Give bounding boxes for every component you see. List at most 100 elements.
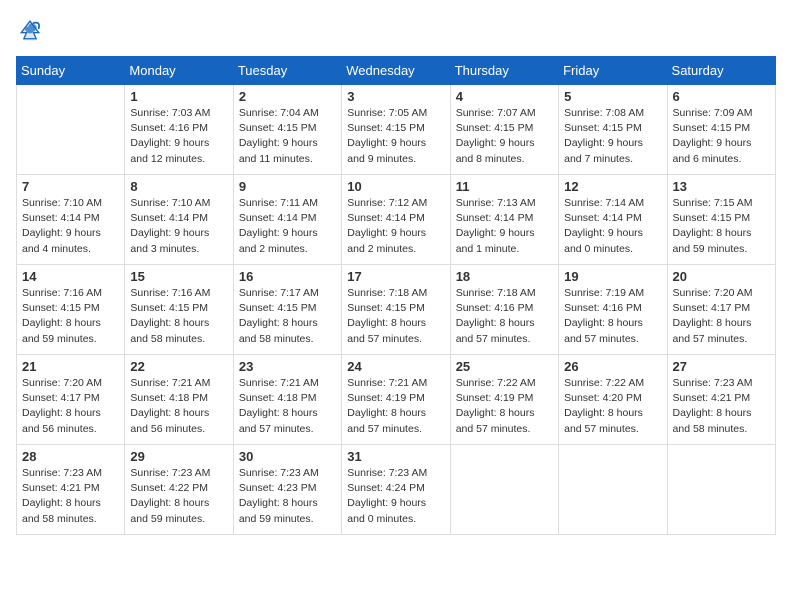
calendar-cell: 25 Sunrise: 7:22 AMSunset: 4:19 PMDayligh…	[450, 355, 558, 445]
day-header-tuesday: Tuesday	[233, 57, 341, 85]
day-number: 1	[130, 89, 227, 104]
day-number: 30	[239, 449, 336, 464]
calendar-cell: 18 Sunrise: 7:18 AMSunset: 4:16 PMDayligh…	[450, 265, 558, 355]
day-info: Sunrise: 7:21 AMSunset: 4:18 PMDaylight:…	[130, 376, 227, 437]
calendar-cell: 19Sunrise: 7:19 AMSunset: 4:16 PMDayligh…	[559, 265, 667, 355]
calendar-cell: 28 Sunrise: 7:23 AMSunset: 4:21 PMDayligh…	[17, 445, 125, 535]
day-header-friday: Friday	[559, 57, 667, 85]
day-number: 13	[673, 179, 770, 194]
day-header-sunday: Sunday	[17, 57, 125, 85]
day-info: Sunrise: 7:21 AMSunset: 4:19 PMDaylight:…	[347, 376, 444, 437]
calendar-cell	[559, 445, 667, 535]
calendar-cell: 10 Sunrise: 7:12 AMSunset: 4:14 PMDayligh…	[342, 175, 450, 265]
day-number: 11	[456, 179, 553, 194]
calendar-cell: 3 Sunrise: 7:05 AMSunset: 4:15 PMDaylight…	[342, 85, 450, 175]
calendar-cell	[450, 445, 558, 535]
calendar-cell: 6 Sunrise: 7:09 AMSunset: 4:15 PMDaylight…	[667, 85, 775, 175]
calendar-cell: 24 Sunrise: 7:21 AMSunset: 4:19 PMDayligh…	[342, 355, 450, 445]
day-info: Sunrise: 7:16 AMSunset: 4:15 PMDaylight:…	[130, 286, 227, 347]
calendar-header-row: SundayMondayTuesdayWednesdayThursdayFrid…	[17, 57, 776, 85]
week-row-5: 28 Sunrise: 7:23 AMSunset: 4:21 PMDayligh…	[17, 445, 776, 535]
calendar-cell: 12Sunrise: 7:14 AMSunset: 4:14 PMDayligh…	[559, 175, 667, 265]
calendar-cell: 14 Sunrise: 7:16 AMSunset: 4:15 PMDayligh…	[17, 265, 125, 355]
day-info: Sunrise: 7:23 AMSunset: 4:23 PMDaylight:…	[239, 466, 336, 527]
week-row-1: 1 Sunrise: 7:03 AMSunset: 4:16 PMDaylight…	[17, 85, 776, 175]
day-info: Sunrise: 7:07 AMSunset: 4:15 PMDaylight:…	[456, 106, 553, 167]
calendar-cell: 9Sunrise: 7:11 AMSunset: 4:14 PMDaylight…	[233, 175, 341, 265]
calendar-cell: 31 Sunrise: 7:23 AMSunset: 4:24 PMDayligh…	[342, 445, 450, 535]
logo	[16, 16, 48, 44]
day-info: Sunrise: 7:03 AMSunset: 4:16 PMDaylight:…	[130, 106, 227, 167]
day-info: Sunrise: 7:08 AMSunset: 4:15 PMDaylight:…	[564, 106, 661, 167]
day-number: 20	[673, 269, 770, 284]
day-number: 4	[456, 89, 553, 104]
calendar-cell	[667, 445, 775, 535]
calendar-cell: 29 Sunrise: 7:23 AMSunset: 4:22 PMDayligh…	[125, 445, 233, 535]
day-info: Sunrise: 7:20 AMSunset: 4:17 PMDaylight:…	[673, 286, 770, 347]
day-header-monday: Monday	[125, 57, 233, 85]
day-info: Sunrise: 7:21 AMSunset: 4:18 PMDaylight:…	[239, 376, 336, 437]
day-header-thursday: Thursday	[450, 57, 558, 85]
day-number: 26	[564, 359, 661, 374]
calendar-cell: 8Sunrise: 7:10 AMSunset: 4:14 PMDaylight…	[125, 175, 233, 265]
day-info: Sunrise: 7:17 AMSunset: 4:15 PMDaylight:…	[239, 286, 336, 347]
day-info: Sunrise: 7:11 AMSunset: 4:14 PMDaylight:…	[239, 196, 336, 257]
day-number: 25	[456, 359, 553, 374]
calendar-cell: 15 Sunrise: 7:16 AMSunset: 4:15 PMDayligh…	[125, 265, 233, 355]
day-number: 23	[239, 359, 336, 374]
calendar-cell: 30 Sunrise: 7:23 AMSunset: 4:23 PMDayligh…	[233, 445, 341, 535]
day-info: Sunrise: 7:05 AMSunset: 4:15 PMDaylight:…	[347, 106, 444, 167]
day-number: 14	[22, 269, 119, 284]
day-info: Sunrise: 7:04 AMSunset: 4:15 PMDaylight:…	[239, 106, 336, 167]
calendar-cell: 17 Sunrise: 7:18 AMSunset: 4:15 PMDayligh…	[342, 265, 450, 355]
week-row-4: 21 Sunrise: 7:20 AMSunset: 4:17 PMDayligh…	[17, 355, 776, 445]
day-number: 8	[130, 179, 227, 194]
day-info: Sunrise: 7:15 AMSunset: 4:15 PMDaylight:…	[673, 196, 770, 257]
day-info: Sunrise: 7:18 AMSunset: 4:15 PMDaylight:…	[347, 286, 444, 347]
day-number: 21	[22, 359, 119, 374]
day-number: 22	[130, 359, 227, 374]
day-info: Sunrise: 7:10 AMSunset: 4:14 PMDaylight:…	[22, 196, 119, 257]
day-info: Sunrise: 7:19 AMSunset: 4:16 PMDaylight:…	[564, 286, 661, 347]
day-number: 15	[130, 269, 227, 284]
day-info: Sunrise: 7:22 AMSunset: 4:19 PMDaylight:…	[456, 376, 553, 437]
day-info: Sunrise: 7:23 AMSunset: 4:22 PMDaylight:…	[130, 466, 227, 527]
calendar-cell: 2 Sunrise: 7:04 AMSunset: 4:15 PMDaylight…	[233, 85, 341, 175]
day-info: Sunrise: 7:18 AMSunset: 4:16 PMDaylight:…	[456, 286, 553, 347]
day-number: 3	[347, 89, 444, 104]
calendar-cell: 11Sunrise: 7:13 AMSunset: 4:14 PMDayligh…	[450, 175, 558, 265]
calendar-cell: 27Sunrise: 7:23 AMSunset: 4:21 PMDayligh…	[667, 355, 775, 445]
day-number: 27	[673, 359, 770, 374]
day-info: Sunrise: 7:23 AMSunset: 4:21 PMDaylight:…	[22, 466, 119, 527]
day-number: 12	[564, 179, 661, 194]
day-number: 24	[347, 359, 444, 374]
week-row-2: 7Sunrise: 7:10 AMSunset: 4:14 PMDaylight…	[17, 175, 776, 265]
calendar-cell	[17, 85, 125, 175]
day-number: 29	[130, 449, 227, 464]
day-number: 18	[456, 269, 553, 284]
day-number: 28	[22, 449, 119, 464]
day-number: 31	[347, 449, 444, 464]
calendar-cell: 26Sunrise: 7:22 AMSunset: 4:20 PMDayligh…	[559, 355, 667, 445]
day-info: Sunrise: 7:16 AMSunset: 4:15 PMDaylight:…	[22, 286, 119, 347]
day-info: Sunrise: 7:09 AMSunset: 4:15 PMDaylight:…	[673, 106, 770, 167]
day-info: Sunrise: 7:12 AMSunset: 4:14 PMDaylight:…	[347, 196, 444, 257]
day-info: Sunrise: 7:23 AMSunset: 4:24 PMDaylight:…	[347, 466, 444, 527]
day-header-saturday: Saturday	[667, 57, 775, 85]
calendar-cell: 1 Sunrise: 7:03 AMSunset: 4:16 PMDaylight…	[125, 85, 233, 175]
day-number: 16	[239, 269, 336, 284]
calendar-cell: 21 Sunrise: 7:20 AMSunset: 4:17 PMDayligh…	[17, 355, 125, 445]
calendar-cell: 4 Sunrise: 7:07 AMSunset: 4:15 PMDaylight…	[450, 85, 558, 175]
day-number: 2	[239, 89, 336, 104]
week-row-3: 14 Sunrise: 7:16 AMSunset: 4:15 PMDayligh…	[17, 265, 776, 355]
day-number: 10	[347, 179, 444, 194]
logo-icon	[16, 16, 44, 44]
calendar-cell: 22 Sunrise: 7:21 AMSunset: 4:18 PMDayligh…	[125, 355, 233, 445]
day-number: 6	[673, 89, 770, 104]
calendar-cell: 20 Sunrise: 7:20 AMSunset: 4:17 PMDayligh…	[667, 265, 775, 355]
calendar-cell: 16 Sunrise: 7:17 AMSunset: 4:15 PMDayligh…	[233, 265, 341, 355]
day-info: Sunrise: 7:20 AMSunset: 4:17 PMDaylight:…	[22, 376, 119, 437]
calendar-cell: 13 Sunrise: 7:15 AMSunset: 4:15 PMDayligh…	[667, 175, 775, 265]
calendar-cell: 5Sunrise: 7:08 AMSunset: 4:15 PMDaylight…	[559, 85, 667, 175]
day-number: 17	[347, 269, 444, 284]
